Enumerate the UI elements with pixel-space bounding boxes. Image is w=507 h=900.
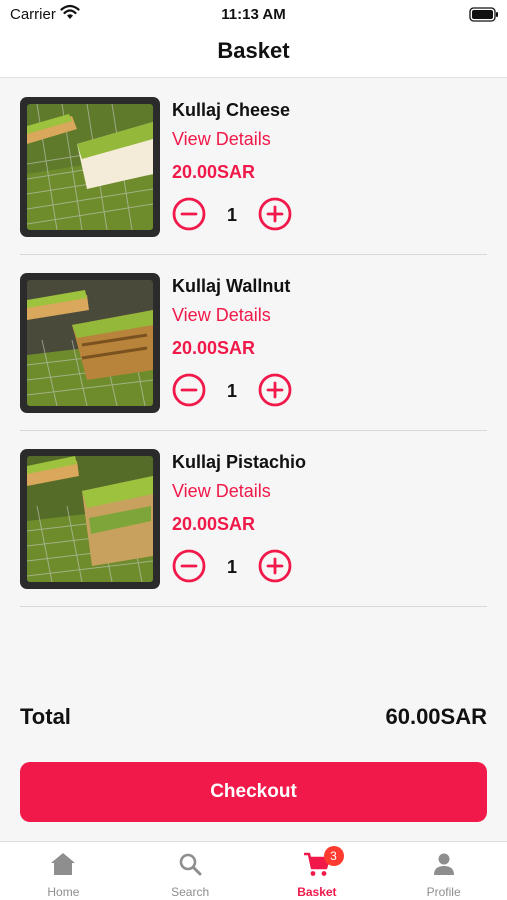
tab-basket[interactable]: 3 Basket xyxy=(254,842,381,900)
quantity-value: 1 xyxy=(226,205,237,225)
status-time: 11:13 AM xyxy=(221,6,286,23)
product-image xyxy=(20,97,160,237)
total-label: Total xyxy=(20,704,71,729)
quantity-value: 1 xyxy=(226,381,237,401)
increase-quantity-button[interactable] xyxy=(258,197,292,231)
item-price: 20.00SAR xyxy=(172,162,256,182)
search-icon xyxy=(179,853,202,876)
view-details-link[interactable]: View Details xyxy=(172,129,271,150)
cart-badge: 3 xyxy=(323,846,344,866)
increase-quantity-button[interactable] xyxy=(258,373,292,407)
view-details-link[interactable]: View Details xyxy=(172,305,271,326)
tab-label: Search xyxy=(171,885,210,899)
product-image xyxy=(20,273,160,413)
item-name: Kullaj Cheese xyxy=(172,100,291,120)
basket-item-kullaj-cheese: Kullaj Cheese View Details 20.00SAR 1 xyxy=(20,79,487,255)
tab-bar: Home Search 3 Basket Profile xyxy=(0,841,507,900)
item-name: Kullaj Pistachio xyxy=(172,452,307,472)
view-details-link[interactable]: View Details xyxy=(172,481,271,502)
total-value: 60.00SAR xyxy=(385,704,487,729)
total-row: Total 60.00SAR xyxy=(20,704,487,736)
tab-label: Profile xyxy=(426,885,461,899)
decrease-quantity-button[interactable] xyxy=(172,373,206,407)
increase-quantity-button[interactable] xyxy=(258,549,292,583)
home-icon xyxy=(51,853,76,875)
tab-search[interactable]: Search xyxy=(127,842,254,900)
decrease-quantity-button[interactable] xyxy=(172,549,206,583)
battery-icon xyxy=(469,7,498,22)
item-price: 20.00SAR xyxy=(172,338,256,358)
tab-home[interactable]: Home xyxy=(0,842,127,900)
tab-profile[interactable]: Profile xyxy=(380,842,507,900)
basket-list: Kullaj Cheese View Details 20.00SAR 1 Ku… xyxy=(20,79,487,607)
basket-item-kullaj-pistachio: Kullaj Pistachio View Details 20.00SAR 1 xyxy=(20,431,487,607)
quantity-value: 1 xyxy=(226,557,237,577)
decrease-quantity-button[interactable] xyxy=(172,197,206,231)
nav-bar: Basket xyxy=(0,28,507,78)
checkout-button[interactable]: Checkout xyxy=(20,762,487,822)
person-icon xyxy=(433,853,454,875)
item-name: Kullaj Wallnut xyxy=(172,276,291,296)
product-image xyxy=(20,449,160,589)
page-title: Basket xyxy=(217,38,290,63)
status-bar: Carrier 11:13 AM xyxy=(0,0,507,28)
tab-label: Basket xyxy=(297,885,337,899)
basket-item-kullaj-wallnut: Kullaj Wallnut View Details 20.00SAR 1 xyxy=(20,255,487,431)
tab-label: Home xyxy=(47,885,80,899)
item-price: 20.00SAR xyxy=(172,514,256,534)
